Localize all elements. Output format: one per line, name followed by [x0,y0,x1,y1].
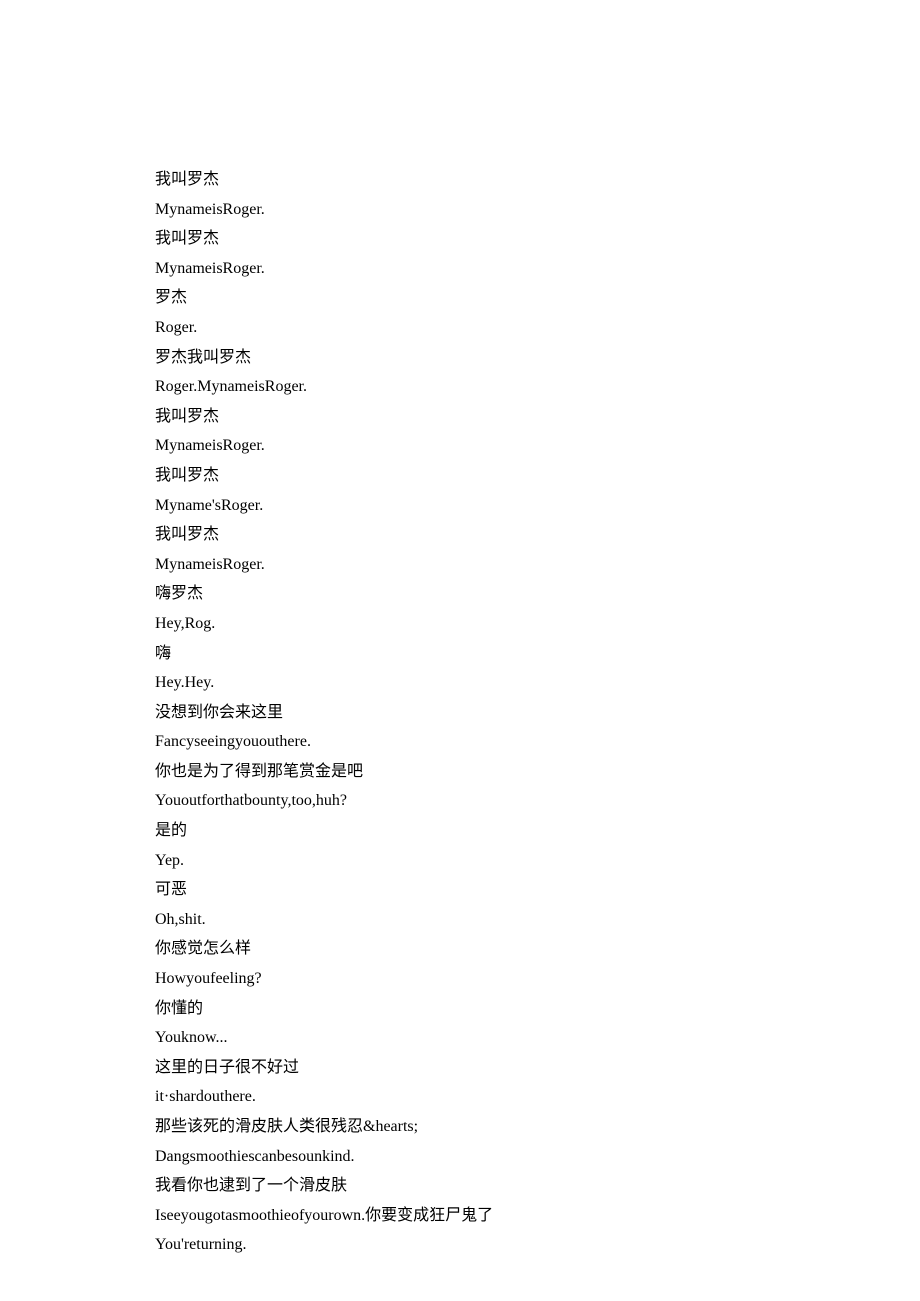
text-line: MynameisRoger. [155,254,920,284]
text-line: 我叫罗杰 [155,520,920,550]
text-line: 罗杰 [155,283,920,313]
text-line: 我叫罗杰 [155,165,920,195]
text-line: Hey.Hey. [155,668,920,698]
text-line: 我看你也逮到了一个滑皮肤 [155,1171,920,1201]
text-line: Youknow... [155,1023,920,1053]
text-line: 罗杰我叫罗杰 [155,343,920,373]
text-line: 嗨罗杰 [155,579,920,609]
text-line: 可恶 [155,875,920,905]
text-line: Iseeyougotasmoothieofyourown.你要变成狂尸鬼了 [155,1201,920,1231]
text-line: Dangsmoothiescanbesounkind. [155,1142,920,1172]
text-line: MynameisRoger. [155,550,920,580]
text-line: MynameisRoger. [155,431,920,461]
text-line: Fancyseeingyououthere. [155,727,920,757]
text-line: 这里的日子很不好过 [155,1053,920,1083]
text-line: Yep. [155,846,920,876]
text-line: 我叫罗杰 [155,224,920,254]
text-line: Yououtforthatbounty,too,huh? [155,786,920,816]
text-line: 我叫罗杰 [155,402,920,432]
text-line: 是的 [155,816,920,846]
document-text-body: 我叫罗杰MynameisRoger.我叫罗杰MynameisRoger.罗杰Ro… [155,165,920,1260]
text-line: 你感觉怎么样 [155,934,920,964]
text-line: 嗨 [155,639,920,669]
text-line: 没想到你会来这里 [155,698,920,728]
text-line: Hey,Rog. [155,609,920,639]
text-line: Oh,shit. [155,905,920,935]
text-line: Roger. [155,313,920,343]
text-line: Myname'sRoger. [155,491,920,521]
text-line: 你懂的 [155,994,920,1024]
text-line: You'returning. [155,1230,920,1260]
text-line: 你也是为了得到那笔赏金是吧 [155,757,920,787]
text-line: it·shardouthere. [155,1082,920,1112]
text-line: 那些该死的滑皮肤人类很残忍&hearts; [155,1112,920,1142]
text-line: Roger.MynameisRoger. [155,372,920,402]
text-line: MynameisRoger. [155,195,920,225]
text-line: 我叫罗杰 [155,461,920,491]
text-line: Howyoufeeling? [155,964,920,994]
